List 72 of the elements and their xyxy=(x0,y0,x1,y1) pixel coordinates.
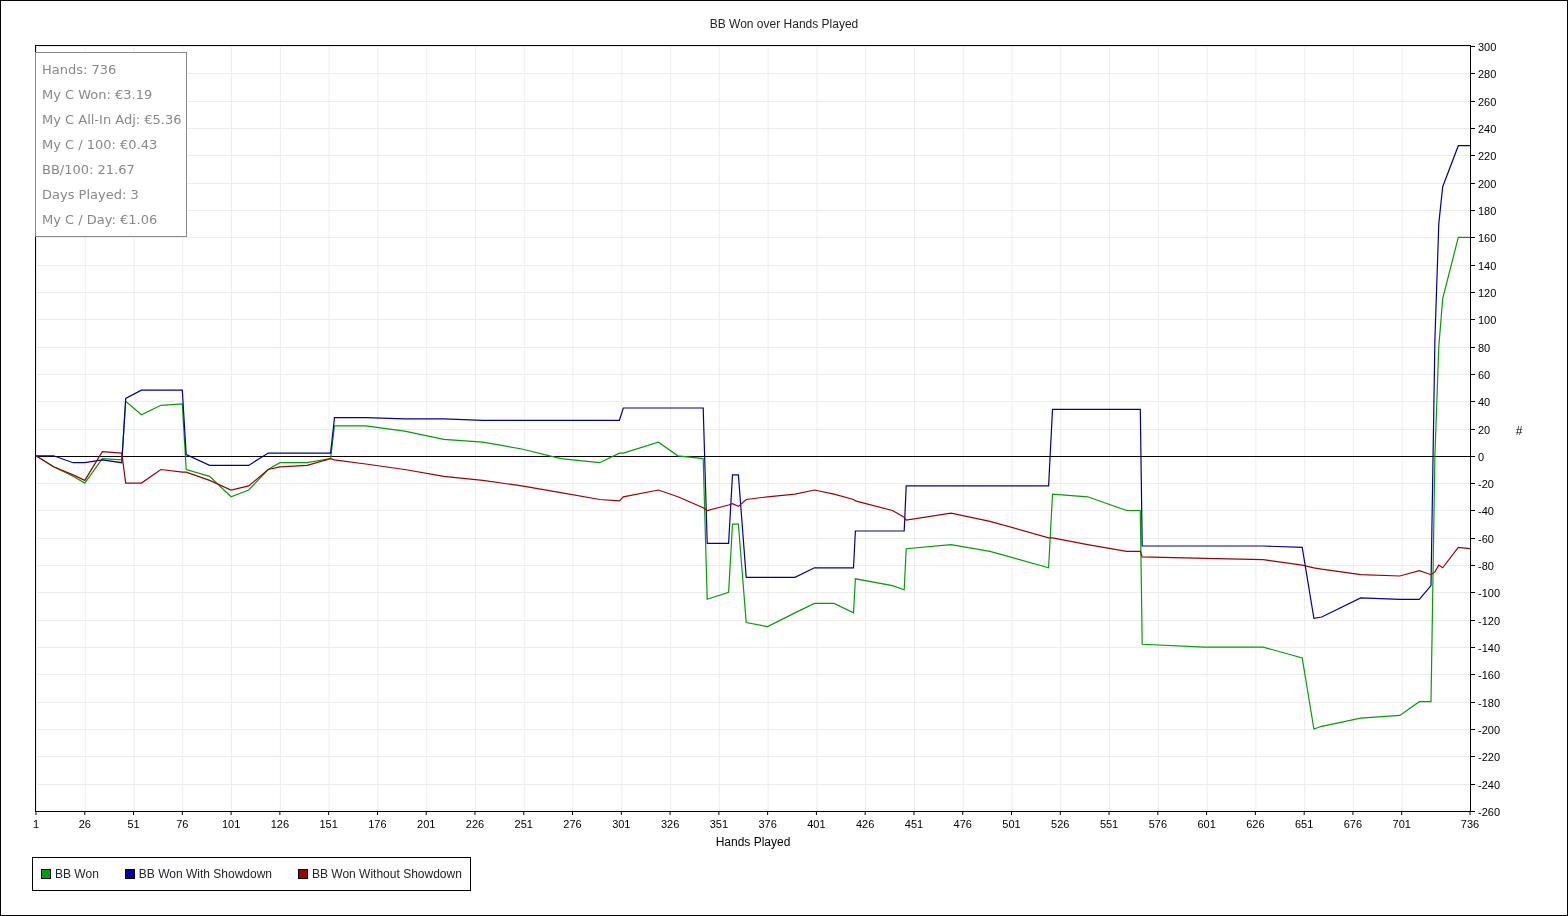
y-tick-label: -40 xyxy=(1478,504,1494,517)
y-tick-label: 180 xyxy=(1478,204,1497,217)
y-tick-label: -20 xyxy=(1478,477,1494,490)
y-tick-label: 80 xyxy=(1478,341,1491,354)
stat-text: BB/100: 21.67 xyxy=(42,161,136,179)
y-tick-label: 260 xyxy=(1478,95,1497,108)
x-tick-label: 51 xyxy=(127,818,140,830)
y-tick-label: -160 xyxy=(1478,668,1501,681)
y-tick-label: 240 xyxy=(1478,122,1497,135)
y-tick-label: -220 xyxy=(1478,750,1501,763)
x-tick-label: 626 xyxy=(1246,818,1265,830)
y-tick-label: -200 xyxy=(1478,723,1501,736)
x-tick-label: 126 xyxy=(270,818,290,830)
y-tick-label: 60 xyxy=(1478,368,1491,381)
y-tick-label: -60 xyxy=(1478,532,1494,545)
y-tick-label: -240 xyxy=(1478,778,1501,791)
stat-text: My C Won: €3.19 xyxy=(42,86,154,104)
x-tick-label: 526 xyxy=(1051,818,1070,830)
y-tick-label: -80 xyxy=(1478,559,1494,572)
y-axis-title: # xyxy=(1515,424,1523,438)
x-tick-label: 276 xyxy=(563,818,582,830)
x-tick-label: 651 xyxy=(1295,818,1314,830)
y-tick-label: 300 xyxy=(1478,40,1497,53)
x-tick-label: 676 xyxy=(1343,818,1363,830)
y-tick-label: 220 xyxy=(1478,149,1497,162)
x-tick-label: 401 xyxy=(807,818,826,830)
x-tick-label: 376 xyxy=(758,818,777,830)
y-tick-label: 140 xyxy=(1478,259,1497,272)
x-axis-title: Hands Played xyxy=(715,835,791,849)
x-tick-label: 176 xyxy=(368,818,387,830)
x-tick-label: 451 xyxy=(904,818,924,830)
x-tick-label: 426 xyxy=(856,818,875,830)
x-tick-label: 351 xyxy=(709,818,729,830)
x-tick-label: 736 xyxy=(1460,818,1480,830)
x-tick-label: 26 xyxy=(78,818,91,830)
stat-text: Hands: 736 xyxy=(42,61,118,79)
y-tick-label: -120 xyxy=(1478,614,1501,627)
y-tick-label: 280 xyxy=(1478,67,1497,80)
chart-title: BB Won over Hands Played xyxy=(709,16,859,33)
x-tick-label: 551 xyxy=(1099,818,1119,830)
y-tick-label: 200 xyxy=(1478,177,1497,190)
y-tick-label: 0 xyxy=(1478,450,1485,463)
x-tick-label: 251 xyxy=(514,818,533,830)
stat-text: My C / 100: €0.43 xyxy=(42,136,159,154)
x-tick-label: 76 xyxy=(176,818,189,830)
x-tick-label: 1 xyxy=(32,818,40,830)
y-tick-label: -100 xyxy=(1478,586,1501,599)
x-tick-label: 326 xyxy=(660,818,680,830)
x-tick-label: 701 xyxy=(1392,818,1411,830)
x-tick-label: 501 xyxy=(1002,818,1021,830)
legend-label: BB Won With Showdown xyxy=(138,866,272,883)
x-tick-label: 201 xyxy=(417,818,436,830)
x-tick-label: 151 xyxy=(319,818,338,830)
x-tick-label: 576 xyxy=(1148,818,1167,830)
y-tick-label: -140 xyxy=(1478,641,1501,654)
y-tick-label: 100 xyxy=(1478,313,1497,326)
y-tick-label: -180 xyxy=(1478,696,1501,709)
stat-text: My C All-In Adj: €5.36 xyxy=(42,111,180,129)
stat-text: My C / Day: €1.06 xyxy=(42,211,159,229)
y-tick-label: 40 xyxy=(1478,395,1491,408)
y-tick-label: 120 xyxy=(1478,286,1497,299)
legend-label: BB Won Without Showdown xyxy=(312,866,462,883)
x-tick-label: 601 xyxy=(1197,818,1216,830)
y-tick-label: -260 xyxy=(1478,805,1501,818)
y-tick-label: 20 xyxy=(1478,423,1491,436)
legend-label: BB Won xyxy=(55,866,99,883)
x-tick-label: 226 xyxy=(465,818,485,830)
x-tick-label: 301 xyxy=(612,818,631,830)
stat-text: Days Played: 3 xyxy=(42,186,140,204)
x-tick-label: 101 xyxy=(221,818,241,830)
y-tick-label: 160 xyxy=(1478,231,1497,244)
x-tick-label: 476 xyxy=(953,818,972,830)
